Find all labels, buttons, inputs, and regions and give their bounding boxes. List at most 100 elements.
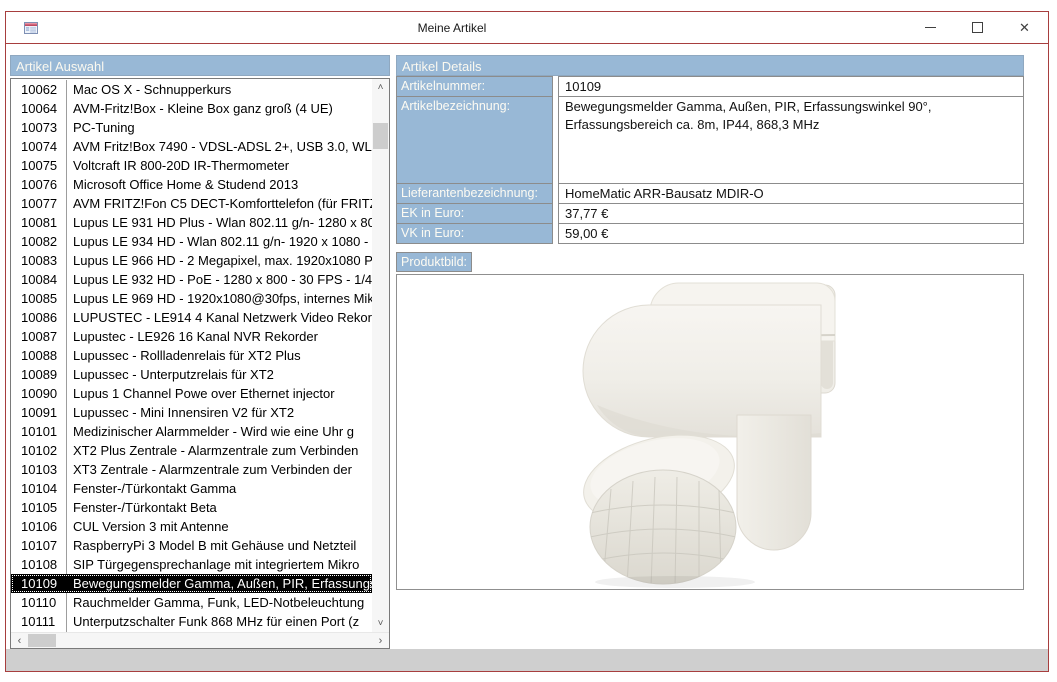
list-item[interactable]: 10103XT3 Zentrale - Alarmzentrale zum Ve… <box>11 460 372 479</box>
list-item-id: 10077 <box>11 194 67 213</box>
list-item[interactable]: 10108SIP Türgegensprechanlage mit integr… <box>11 555 372 574</box>
list-item-name: AVM Fritz!Box 7490 - VDSL-ADSL 2+, USB 3… <box>67 137 372 156</box>
list-item-name: CUL Version 3 mit Antenne <box>67 517 372 536</box>
list-item[interactable]: 10082Lupus LE 934 HD - Wlan 802.11 g/n- … <box>11 232 372 251</box>
article-list-header: Artikel Auswahl <box>10 55 390 76</box>
list-item-name: XT2 Plus Zentrale - Alarmzentrale zum Ve… <box>67 441 372 460</box>
list-item[interactable]: 10101Medizinischer Alarmmelder - Wird wi… <box>11 422 372 441</box>
list-item[interactable]: 10105Fenster-/Türkontakt Beta <box>11 498 372 517</box>
list-item[interactable]: 10062Mac OS X - Schnupperkurs <box>11 80 372 99</box>
list-item-name: Rauchmelder Gamma, Funk, LED-Notbeleucht… <box>67 593 372 612</box>
product-image <box>397 275 1023 589</box>
list-item-name: AVM FRITZ!Fon C5 DECT-Komforttelefon (fü… <box>67 194 372 213</box>
vscroll-thumb[interactable] <box>373 123 388 149</box>
vscroll-up-icon[interactable]: ˄ <box>372 79 389 96</box>
list-item-id: 10103 <box>11 460 67 479</box>
list-item[interactable]: 10081Lupus LE 931 HD Plus - Wlan 802.11 … <box>11 213 372 232</box>
list-item-name: Unterputzschalter Funk 868 MHz für einen… <box>67 612 372 631</box>
list-item-id: 10073 <box>11 118 67 137</box>
field-label: Lieferantenbezeichnung: <box>396 183 553 204</box>
list-item-name: Medizinischer Alarmmelder - Wird wie ein… <box>67 422 372 441</box>
list-item[interactable]: 10102XT2 Plus Zentrale - Alarmzentrale z… <box>11 441 372 460</box>
list-item[interactable]: 10076Microsoft Office Home & Studend 201… <box>11 175 372 194</box>
detail-field-row: EK in Euro:37,77 € <box>396 203 1024 224</box>
list-item[interactable]: 10107RaspberryPi 3 Model B mit Gehäuse u… <box>11 536 372 555</box>
detail-field-row: VK in Euro:59,00 € <box>396 223 1024 244</box>
list-item[interactable]: 10110Rauchmelder Gamma, Funk, LED-Notbel… <box>11 593 372 612</box>
field-value[interactable]: HomeMatic ARR-Bausatz MDIR-O <box>558 183 1024 204</box>
hscroll-thumb[interactable] <box>28 634 56 647</box>
list-item-id: 10081 <box>11 213 67 232</box>
list-item-name: Lupustec - LE926 16 Kanal NVR Rekorder <box>67 327 372 346</box>
title-bar: Meine Artikel ✕ <box>6 12 1048 44</box>
list-item-name: Lupus LE 969 HD - 1920x1080@30fps, inter… <box>67 289 372 308</box>
list-item[interactable]: 10104Fenster-/Türkontakt Gamma <box>11 479 372 498</box>
maximize-button[interactable] <box>954 12 1001 43</box>
list-item-id: 10084 <box>11 270 67 289</box>
detail-field-row: Artikelbezeichnung:Bewegungsmelder Gamma… <box>396 96 1024 184</box>
detail-field-row: Artikelnummer:10109 <box>396 76 1024 97</box>
list-item[interactable]: 10111Unterputzschalter Funk 868 MHz für … <box>11 612 372 631</box>
article-listbox[interactable]: 10062Mac OS X - Schnupperkurs10064AVM-Fr… <box>10 78 390 649</box>
hscroll-right-icon[interactable]: › <box>372 633 389 648</box>
list-item-id: 10090 <box>11 384 67 403</box>
field-value[interactable]: Bewegungsmelder Gamma, Außen, PIR, Erfas… <box>558 96 1024 184</box>
window-title: Meine Artikel <box>6 12 898 44</box>
list-item-id: 10108 <box>11 555 67 574</box>
list-item-name: Lupussec - Mini Innensiren V2 für XT2 <box>67 403 372 422</box>
list-item-name: Lupus LE 932 HD - PoE - 1280 x 800 - 30 … <box>67 270 372 289</box>
list-item-id: 10105 <box>11 498 67 517</box>
field-value[interactable]: 10109 <box>558 76 1024 97</box>
list-item-name: Lupus LE 966 HD - 2 Megapixel, max. 1920… <box>67 251 372 270</box>
form-footer <box>6 649 1048 671</box>
list-item-id: 10076 <box>11 175 67 194</box>
list-item[interactable]: 10090Lupus 1 Channel Powe over Ethernet … <box>11 384 372 403</box>
field-label: EK in Euro: <box>396 203 553 224</box>
field-label: Artikelbezeichnung: <box>396 96 553 184</box>
list-item-id: 10091 <box>11 403 67 422</box>
list-item-id: 10089 <box>11 365 67 384</box>
app-window: Meine Artikel ✕ Artikel Auswahl 10062Mac… <box>5 11 1049 672</box>
list-item[interactable]: 10084Lupus LE 932 HD - PoE - 1280 x 800 … <box>11 270 372 289</box>
product-image-label: Produktbild: <box>396 252 472 272</box>
list-item[interactable]: 10088Lupussec - Rollladenrelais für XT2 … <box>11 346 372 365</box>
list-item[interactable]: 10077AVM FRITZ!Fon C5 DECT-Komforttelefo… <box>11 194 372 213</box>
list-item[interactable]: 10075Voltcraft IR 800-20D IR-Thermometer <box>11 156 372 175</box>
field-value[interactable]: 37,77 € <box>558 203 1024 224</box>
list-item-name: AVM-Fritz!Box - Kleine Box ganz groß (4 … <box>67 99 372 118</box>
close-icon: ✕ <box>1019 21 1030 34</box>
list-item-name: Lupus LE 934 HD - Wlan 802.11 g/n- 1920 … <box>67 232 372 251</box>
list-item[interactable]: 10106CUL Version 3 mit Antenne <box>11 517 372 536</box>
list-item-id: 10083 <box>11 251 67 270</box>
list-item[interactable]: 10074AVM Fritz!Box 7490 - VDSL-ADSL 2+, … <box>11 137 372 156</box>
list-item-id: 10082 <box>11 232 67 251</box>
list-hscrollbar[interactable]: ‹ › <box>11 632 389 648</box>
list-item-name: LUPUSTEC - LE914 4 Kanal Netzwerk Video … <box>67 308 372 327</box>
list-item-name: Lupussec - Unterputzrelais für XT2 <box>67 365 372 384</box>
field-label: VK in Euro: <box>396 223 553 244</box>
minimize-button[interactable] <box>907 12 954 43</box>
field-value[interactable]: 59,00 € <box>558 223 1024 244</box>
list-item[interactable]: 10083Lupus LE 966 HD - 2 Megapixel, max.… <box>11 251 372 270</box>
article-list-rows: 10062Mac OS X - Schnupperkurs10064AVM-Fr… <box>11 80 372 632</box>
list-item-name: SIP Türgegensprechanlage mit integrierte… <box>67 555 372 574</box>
close-button[interactable]: ✕ <box>1001 12 1048 43</box>
list-item-name: Bewegungsmelder Gamma, Außen, PIR, Erfas… <box>67 574 372 593</box>
list-item-name: Microsoft Office Home & Studend 2013 <box>67 175 372 194</box>
list-item[interactable]: 10091Lupussec - Mini Innensiren V2 für X… <box>11 403 372 422</box>
list-item[interactable]: 10109Bewegungsmelder Gamma, Außen, PIR, … <box>11 574 372 593</box>
vscroll-down-icon[interactable]: ˅ <box>372 615 389 632</box>
list-item-id: 10074 <box>11 137 67 156</box>
list-item[interactable]: 10073PC-Tuning <box>11 118 372 137</box>
list-item[interactable]: 10086LUPUSTEC - LE914 4 Kanal Netzwerk V… <box>11 308 372 327</box>
list-vscrollbar[interactable]: ˄ ˅ <box>372 79 389 632</box>
list-item[interactable]: 10089Lupussec - Unterputzrelais für XT2 <box>11 365 372 384</box>
list-item[interactable]: 10085Lupus LE 969 HD - 1920x1080@30fps, … <box>11 289 372 308</box>
list-item[interactable]: 10064AVM-Fritz!Box - Kleine Box ganz gro… <box>11 99 372 118</box>
list-item-id: 10087 <box>11 327 67 346</box>
list-item-id: 10110 <box>11 593 67 612</box>
list-item-name: Fenster-/Türkontakt Gamma <box>67 479 372 498</box>
list-item[interactable]: 10087Lupustec - LE926 16 Kanal NVR Rekor… <box>11 327 372 346</box>
list-item-id: 10111 <box>11 612 67 631</box>
hscroll-left-icon[interactable]: ‹ <box>11 633 28 648</box>
